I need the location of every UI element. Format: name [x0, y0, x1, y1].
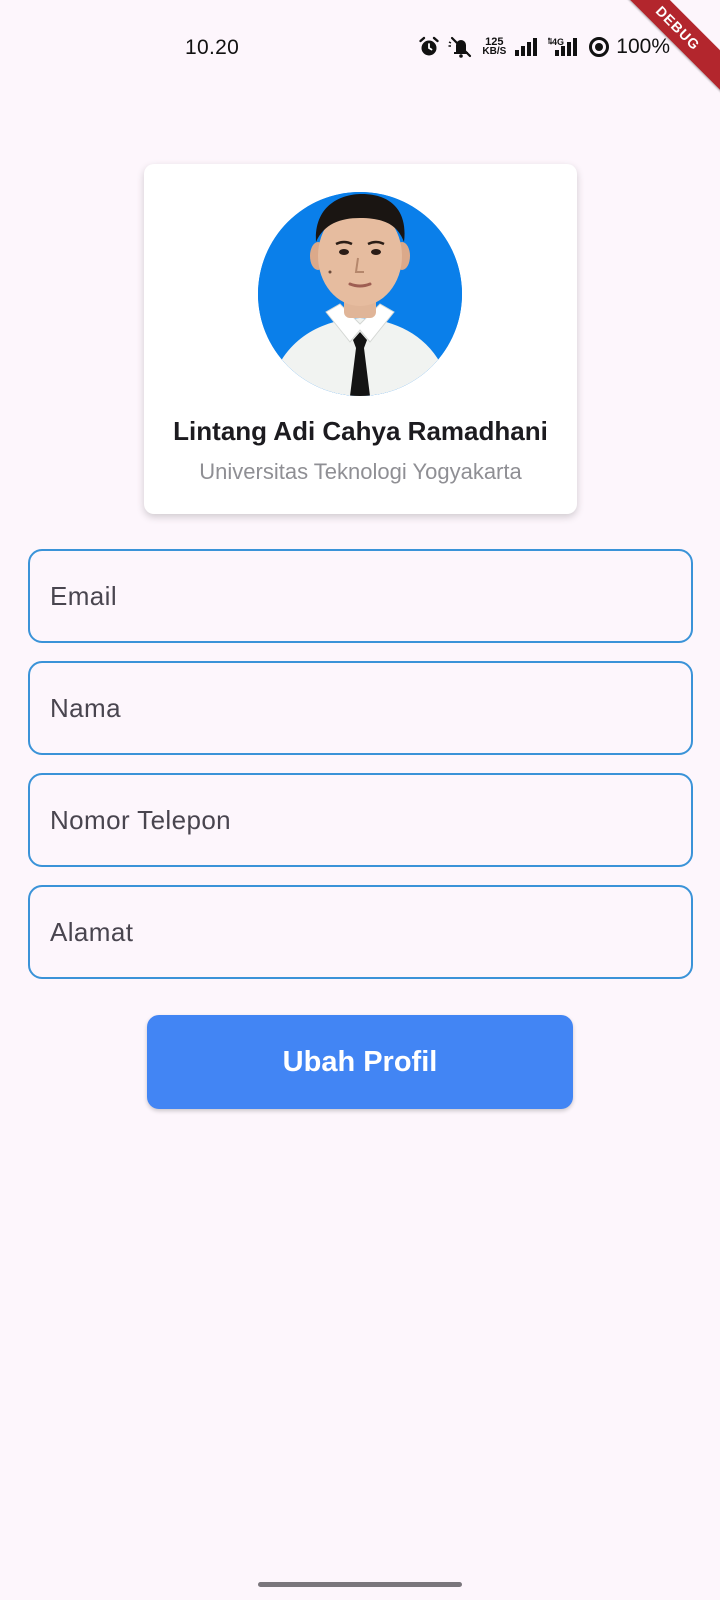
- avatar[interactable]: [258, 192, 462, 396]
- status-icons: 125 KB/S 4G 100%: [418, 34, 670, 60]
- net-speed-unit: KB/S: [482, 46, 507, 57]
- status-bar: 10.20 125 KB/S 4G 100%: [0, 0, 720, 96]
- phone-input[interactable]: [50, 804, 691, 836]
- name-input[interactable]: [50, 692, 691, 724]
- mute-icon: [448, 34, 474, 60]
- alarm-icon: [418, 34, 440, 60]
- net-speed: 125 KB/S: [482, 37, 507, 57]
- signal-4g-icon: 4G: [548, 34, 580, 60]
- phone-field[interactable]: [28, 773, 693, 867]
- profile-name: Lintang Adi Cahya Ramadhani: [173, 416, 548, 446]
- name-field[interactable]: [28, 661, 693, 755]
- email-field[interactable]: [28, 549, 693, 643]
- home-indicator[interactable]: [258, 1582, 462, 1587]
- battery-percent: 100%: [616, 35, 670, 58]
- network-type-label: 4G: [552, 37, 564, 47]
- signal-icon: [514, 34, 540, 60]
- update-profile-button[interactable]: Ubah Profil: [147, 1015, 573, 1109]
- screen: 10.20 125 KB/S 4G 100% DEBUG Lintang Adi…: [0, 0, 720, 1600]
- profile-card: Lintang Adi Cahya Ramadhani Universitas …: [144, 164, 577, 514]
- avatar-photo: [258, 192, 462, 396]
- address-input[interactable]: [50, 916, 691, 948]
- status-time: 10.20: [185, 36, 240, 59]
- profile-university: Universitas Teknologi Yogyakarta: [199, 459, 522, 484]
- address-field[interactable]: [28, 885, 693, 979]
- email-input[interactable]: [50, 580, 691, 612]
- data-saver-icon: [588, 34, 610, 60]
